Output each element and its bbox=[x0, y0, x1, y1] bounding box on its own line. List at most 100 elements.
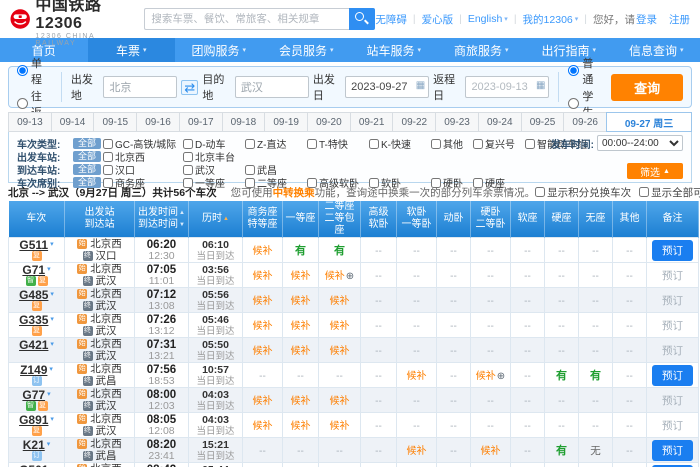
book-button-disabled[interactable]: 预订 bbox=[662, 270, 683, 282]
seat-cell[interactable]: 候补 bbox=[397, 363, 437, 388]
nav-item-tickets[interactable]: 车票▾ bbox=[88, 38, 176, 62]
seat-cell[interactable]: 候补 bbox=[243, 388, 283, 413]
filter-checkbox[interactable] bbox=[307, 139, 317, 149]
radio-normal[interactable]: 普通 bbox=[568, 55, 603, 87]
train-expand-icon[interactable]: ▾ bbox=[50, 289, 54, 301]
one-way-radio[interactable] bbox=[17, 65, 28, 76]
candidate-info-icon[interactable]: ⊕ bbox=[346, 271, 354, 282]
seat-cell[interactable]: 候补 bbox=[283, 388, 319, 413]
filter-checkbox[interactable] bbox=[245, 178, 255, 188]
filter-checkbox[interactable] bbox=[183, 139, 193, 149]
login-link[interactable]: 登录 bbox=[636, 12, 657, 27]
nav-item-group-services[interactable]: 团购服务▾ bbox=[175, 38, 263, 62]
book-button[interactable]: 预订 bbox=[652, 440, 693, 461]
filter-checkbox-item[interactable]: 一等座 bbox=[183, 175, 245, 190]
to-station-input[interactable] bbox=[235, 76, 309, 98]
seat-cell[interactable]: 有 bbox=[283, 238, 319, 263]
filter-checkbox[interactable] bbox=[525, 139, 535, 149]
seat-cell[interactable]: 候补 bbox=[319, 338, 361, 363]
filter-checkbox[interactable] bbox=[245, 165, 255, 175]
date-tab[interactable]: 09-26 bbox=[563, 112, 607, 132]
train-expand-icon[interactable]: ▾ bbox=[50, 464, 54, 467]
train-number-link[interactable]: G485 bbox=[19, 289, 48, 301]
filter-checkbox-item[interactable]: 硬卧 bbox=[431, 175, 473, 190]
sort-icon[interactable]: ▲ bbox=[179, 207, 185, 219]
date-tab[interactable]: 09-24 bbox=[478, 112, 522, 132]
seat-cell[interactable]: 候补 bbox=[283, 263, 319, 288]
train-number-link[interactable]: G891 bbox=[19, 414, 48, 426]
date-tab[interactable]: 09-25 bbox=[521, 112, 565, 132]
train-expand-icon[interactable]: ▾ bbox=[50, 414, 54, 426]
filter-checkbox[interactable] bbox=[307, 178, 317, 188]
train-number-link[interactable]: G511 bbox=[19, 239, 48, 251]
nav-item-info-query[interactable]: 信息查询▾ bbox=[613, 38, 700, 62]
book-button-disabled[interactable]: 预订 bbox=[662, 345, 683, 357]
filter-checkbox-item[interactable]: K-快速 bbox=[369, 136, 431, 151]
train-number-link[interactable]: G501 bbox=[19, 464, 48, 467]
train-expand-icon[interactable]: ▾ bbox=[50, 314, 54, 326]
nav-item-station-services[interactable]: 站车服务▾ bbox=[350, 38, 438, 62]
link-accessibility[interactable]: 无障碍 bbox=[375, 12, 407, 27]
filter-all-badge[interactable]: 全部 bbox=[73, 138, 101, 149]
seat-cell[interactable]: 候补 bbox=[283, 313, 319, 338]
filter-checkbox-item[interactable]: T-特快 bbox=[307, 136, 369, 151]
link-my12306[interactable]: 我的12306 bbox=[523, 12, 573, 27]
filter-checkbox-item[interactable]: 商务座 bbox=[103, 175, 183, 190]
all-bookable-checkbox[interactable] bbox=[639, 187, 649, 197]
filter-checkbox-item[interactable]: 其他 bbox=[431, 136, 473, 151]
seat-cell[interactable]: 候补 bbox=[319, 288, 361, 313]
seat-cell[interactable]: 候补 bbox=[283, 288, 319, 313]
filter-checkbox-item[interactable]: 软卧 bbox=[369, 175, 431, 190]
filter-checkbox[interactable] bbox=[431, 139, 441, 149]
normal-radio[interactable] bbox=[568, 65, 579, 76]
train-expand-icon[interactable]: ▾ bbox=[49, 364, 53, 376]
filter-checkbox[interactable] bbox=[103, 152, 113, 162]
train-number-link[interactable]: K21 bbox=[23, 439, 45, 451]
seat-cell[interactable]: 有 bbox=[319, 238, 361, 263]
round-trip-radio[interactable] bbox=[17, 98, 28, 109]
seat-cell[interactable]: 候补 bbox=[243, 338, 283, 363]
date-tab[interactable]: 09-23 bbox=[435, 112, 479, 132]
toggle-points-exchange[interactable]: 显示积分兑换车次 bbox=[535, 185, 631, 200]
seat-cell[interactable]: 候补 bbox=[283, 463, 319, 467]
filter-checkbox[interactable] bbox=[473, 139, 483, 149]
seat-cell[interactable]: 候补 bbox=[471, 438, 511, 463]
filter-checkbox[interactable] bbox=[183, 165, 193, 175]
book-button-disabled[interactable]: 预订 bbox=[662, 320, 683, 332]
filter-checkbox-item[interactable]: Z-直达 bbox=[245, 136, 307, 151]
seat-cell[interactable]: 候补 bbox=[319, 413, 361, 438]
return-date-input[interactable] bbox=[465, 76, 549, 98]
nav-item-business-services[interactable]: 商旅服务▾ bbox=[438, 38, 526, 62]
link-care-version[interactable]: 爱心版 bbox=[422, 12, 454, 27]
filter-checkbox[interactable] bbox=[183, 152, 193, 162]
filter-checkbox-item[interactable]: 二等座 bbox=[245, 175, 307, 190]
sort-icon[interactable]: ▼ bbox=[179, 219, 185, 231]
filter-checkbox-item[interactable]: 高级软卧 bbox=[307, 175, 369, 190]
seat-cell[interactable]: 候补⊕ bbox=[319, 263, 361, 288]
register-link[interactable]: 注册 bbox=[669, 12, 690, 27]
seat-cell[interactable]: 候补 bbox=[243, 238, 283, 263]
filter-checkbox[interactable] bbox=[103, 165, 113, 175]
filter-checkbox[interactable] bbox=[103, 139, 113, 149]
nav-item-member-services[interactable]: 会员服务▾ bbox=[263, 38, 351, 62]
swap-stations-icon[interactable]: ⇄ bbox=[181, 80, 198, 95]
points-exchange-checkbox[interactable] bbox=[535, 187, 545, 197]
train-number-link[interactable]: G77 bbox=[22, 389, 45, 401]
train-expand-icon[interactable]: ▾ bbox=[47, 389, 51, 401]
filter-all-badge[interactable]: 全部 bbox=[73, 177, 101, 188]
date-tab[interactable]: 09-21 bbox=[350, 112, 394, 132]
seat-cell[interactable]: 有 bbox=[579, 363, 613, 388]
filter-checkbox[interactable] bbox=[369, 178, 379, 188]
link-english[interactable]: English bbox=[468, 13, 502, 25]
date-tab[interactable]: 09-14 bbox=[51, 112, 95, 132]
seat-cell[interactable]: 有 bbox=[545, 438, 579, 463]
filter-checkbox-item[interactable]: 复兴号 bbox=[473, 136, 525, 151]
date-tab[interactable]: 09-18 bbox=[222, 112, 266, 132]
filter-checkbox[interactable] bbox=[245, 139, 255, 149]
seat-cell[interactable]: 候补⊕ bbox=[471, 363, 511, 388]
column-header[interactable]: 历时▲ bbox=[189, 201, 243, 238]
toggle-all-bookable[interactable]: 显示全部可预订车次 bbox=[639, 185, 700, 200]
date-tab[interactable]: 09-13 bbox=[8, 112, 52, 132]
filter-button[interactable]: 筛选 ▲ bbox=[627, 163, 683, 179]
filter-checkbox[interactable] bbox=[473, 178, 483, 188]
